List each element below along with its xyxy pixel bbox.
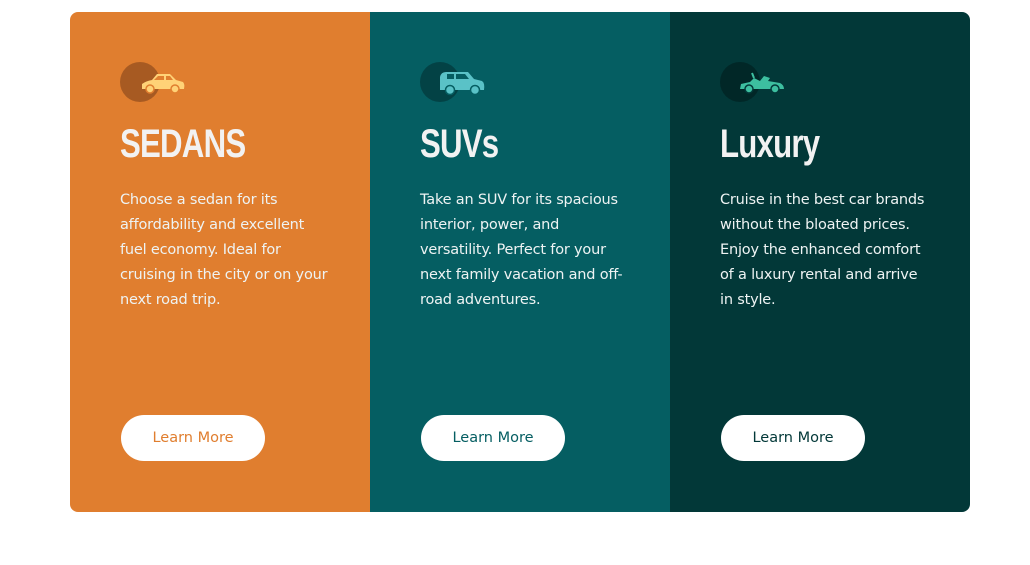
luxury-car-icon — [720, 62, 792, 102]
sedans-learn-more-button[interactable]: Learn More — [121, 415, 265, 461]
luxury-learn-more-button[interactable]: Learn More — [721, 415, 865, 461]
sedans-description: Choose a sedan for its affordability and… — [120, 192, 328, 308]
suvs-description: Take an SUV for its spacious interior, p… — [420, 192, 623, 308]
suvs-title: SUVs — [420, 122, 499, 166]
sedans-card: SEDANS Choose a sedan for its affordabil… — [70, 12, 370, 512]
luxury-card: Luxury Cruise in the best car brands wit… — [670, 12, 970, 512]
sedan-car-icon — [120, 62, 192, 102]
car-category-cards: SEDANS Choose a sedan for its affordabil… — [70, 12, 970, 512]
suvs-card: SUVs Take an SUV for its spacious interi… — [370, 12, 670, 512]
luxury-title: Luxury — [720, 122, 820, 166]
suvs-learn-more-button[interactable]: Learn More — [421, 415, 565, 461]
sedans-title: SEDANS — [120, 122, 246, 166]
suv-car-icon — [420, 62, 492, 102]
luxury-description: Cruise in the best car brands without th… — [720, 192, 925, 308]
